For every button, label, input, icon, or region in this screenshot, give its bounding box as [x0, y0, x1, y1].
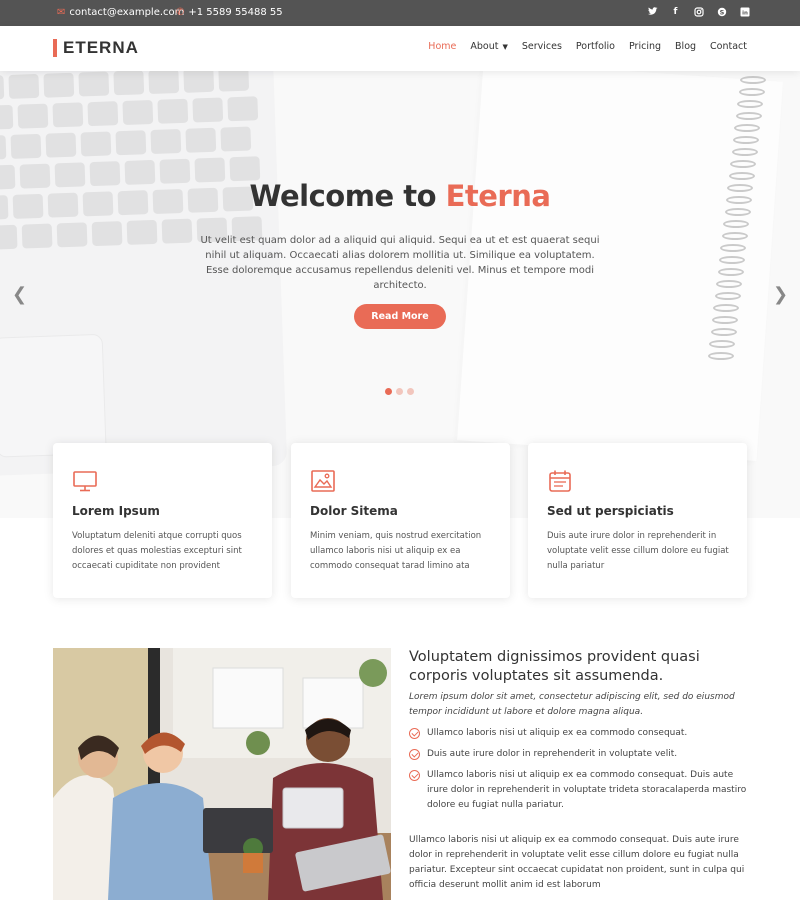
feature-title: Lorem Ipsum: [72, 504, 160, 518]
read-more-button[interactable]: Read More: [354, 304, 446, 329]
carousel-indicator[interactable]: [407, 388, 414, 395]
logo-bar: [53, 39, 57, 57]
envelope-icon: ✉: [57, 7, 66, 18]
list-item-text: Duis aute irure dolor in reprehenderit i…: [427, 749, 678, 759]
feature-text: Minim veniam, quis nostrud exercitation …: [310, 531, 482, 571]
svg-text:S: S: [719, 8, 724, 16]
about-heading: Voluptatem dignissimos provident quasi c…: [409, 649, 700, 684]
nav-blog[interactable]: Blog: [675, 41, 696, 52]
about-content: Voluptatem dignissimos provident quasi c…: [409, 648, 749, 893]
hero-title: Welcome to Eterna: [0, 179, 800, 213]
about-checklist: Ullamco laboris nisi ut aliquip ex ea co…: [409, 726, 749, 813]
monitor-icon: [73, 471, 97, 492]
nav-portfolio[interactable]: Portfolio: [576, 41, 615, 52]
linkedin-icon[interactable]: in: [739, 6, 750, 17]
nav-home-label[interactable]: Home: [428, 41, 456, 52]
about-paragraph: Ullamco laboris nisi ut aliquip ex ea co…: [409, 835, 745, 890]
feature-title: Dolor Sitema: [310, 504, 398, 518]
nav-contact[interactable]: Contact: [710, 41, 747, 52]
list-item: Ullamco laboris nisi ut aliquip ex ea co…: [409, 768, 749, 813]
nav-pricing[interactable]: Pricing: [629, 41, 661, 52]
nav-pricing-label[interactable]: Pricing: [629, 41, 661, 52]
list-item-text: Ullamco laboris nisi ut aliquip ex ea co…: [427, 770, 747, 810]
logo[interactable]: ETERNA: [53, 38, 139, 58]
feature-text: Voluptatum deleniti atque corrupti quos …: [72, 531, 242, 571]
nav-contact-label[interactable]: Contact: [710, 41, 747, 52]
feature-title: Sed ut perspiciatis: [547, 504, 674, 518]
nav-about-label[interactable]: About: [470, 41, 498, 52]
team-photo: [53, 648, 391, 900]
carousel-indicator[interactable]: [385, 388, 392, 395]
contact-phone[interactable]: ✆ +1 5589 55488 55: [176, 7, 283, 18]
nav-services-label[interactable]: Services: [522, 41, 562, 52]
phone-text[interactable]: +1 5589 55488 55: [188, 7, 282, 18]
carousel-indicators: [385, 388, 414, 395]
carousel-prev-icon[interactable]: ❮: [12, 284, 27, 305]
feature-card: Sed ut perspiciatis Duis aute irure dolo…: [528, 443, 747, 598]
nav-blog-label[interactable]: Blog: [675, 41, 696, 52]
nav-services[interactable]: Services: [522, 41, 562, 52]
feature-text: Duis aute irure dolor in reprehenderit i…: [547, 531, 729, 571]
carousel-indicator[interactable]: [396, 388, 403, 395]
skype-icon[interactable]: S: [716, 6, 727, 17]
site-header: ETERNA Home About ▼ Services Portfolio Pr…: [0, 26, 800, 71]
check-circle-icon: [409, 749, 420, 760]
calendar-icon: [549, 470, 571, 492]
main-nav: Home About ▼ Services Portfolio Pricing B…: [428, 41, 747, 52]
about-lead: Lorem ipsum dolor sit amet, consectetur …: [409, 692, 735, 717]
social-links: f S in: [647, 6, 750, 17]
chevron-down-icon[interactable]: ▼: [502, 43, 507, 51]
nav-home[interactable]: Home: [428, 41, 456, 52]
instagram-icon[interactable]: [693, 6, 704, 17]
list-item: Ullamco laboris nisi ut aliquip ex ea co…: [409, 726, 749, 741]
list-item-text: Ullamco laboris nisi ut aliquip ex ea co…: [427, 728, 688, 738]
team-photo-illustration: [53, 648, 391, 900]
nav-portfolio-label[interactable]: Portfolio: [576, 41, 615, 52]
image-icon: [311, 470, 335, 492]
nav-about[interactable]: About ▼: [470, 41, 507, 52]
check-circle-icon: [409, 728, 420, 739]
contact-email[interactable]: ✉ contact@example.com: [57, 7, 184, 18]
carousel-next-icon[interactable]: ❯: [773, 284, 788, 305]
top-bar: ✉ contact@example.com ✆ +1 5589 55488 55…: [0, 0, 800, 26]
feature-card: Dolor Sitema Minim veniam, quis nostrud …: [291, 443, 510, 598]
twitter-icon[interactable]: [647, 6, 658, 17]
logo-text[interactable]: ETERNA: [63, 38, 139, 58]
list-item: Duis aute irure dolor in reprehenderit i…: [409, 747, 749, 762]
feature-card: Lorem Ipsum Voluptatum deleniti atque co…: [53, 443, 272, 598]
hero-title-accent: Eterna: [445, 179, 551, 213]
facebook-icon[interactable]: f: [670, 6, 681, 17]
hero-description: Ut velit est quam dolor ad a aliquid qui…: [200, 235, 600, 291]
email-text[interactable]: contact@example.com: [69, 7, 184, 18]
check-circle-icon: [409, 770, 420, 781]
hero-title-prefix: Welcome to: [249, 179, 446, 213]
svg-text:in: in: [742, 10, 748, 16]
phone-icon: ✆: [176, 7, 185, 18]
